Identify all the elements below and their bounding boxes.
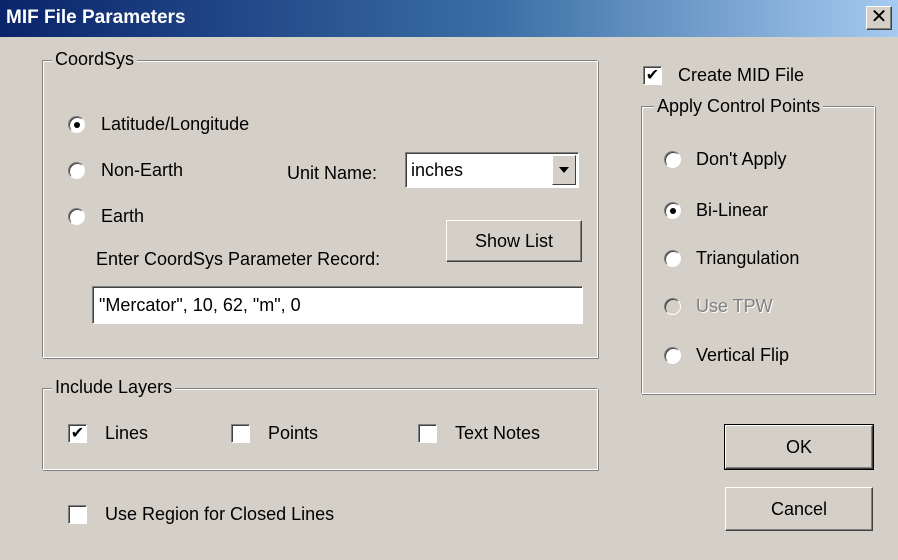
control-points-label: Apply Control Points bbox=[654, 96, 824, 117]
label-earth: Earth bbox=[101, 206, 145, 226]
chevron-down-icon[interactable] bbox=[552, 155, 576, 185]
text-notes-checkbox[interactable] bbox=[418, 424, 437, 443]
title-bar: MIF File Parameters ✕ bbox=[0, 0, 898, 37]
points-checkbox[interactable] bbox=[231, 424, 250, 443]
coordsys-group-label: CoordSys bbox=[52, 49, 138, 70]
text-notes-label: Text Notes bbox=[455, 423, 541, 443]
lines-checkbox[interactable]: ✔ bbox=[68, 424, 87, 443]
radio-earth[interactable] bbox=[68, 208, 85, 225]
label-dont-apply: Don't Apply bbox=[696, 149, 787, 169]
unit-name-value: inches bbox=[411, 160, 464, 180]
show-list-button[interactable]: Show List bbox=[446, 220, 582, 262]
lines-label: Lines bbox=[105, 423, 149, 443]
radio-bi-linear[interactable] bbox=[664, 202, 681, 219]
label-use-tpw: Use TPW bbox=[696, 296, 773, 316]
param-record-input[interactable]: "Mercator", 10, 62, "m", 0 bbox=[92, 286, 583, 324]
radio-use-tpw bbox=[664, 298, 681, 315]
label-vertical-flip: Vertical Flip bbox=[696, 345, 790, 365]
points-label: Points bbox=[268, 423, 319, 443]
radio-latitude-longitude[interactable] bbox=[68, 116, 85, 133]
radio-non-earth[interactable] bbox=[68, 162, 85, 179]
create-mid-checkbox[interactable]: ✔ bbox=[643, 66, 662, 85]
checkmark-icon: ✔ bbox=[70, 425, 85, 442]
cancel-button[interactable]: Cancel bbox=[725, 487, 873, 531]
param-record-value: "Mercator", 10, 62, "m", 0 bbox=[99, 295, 301, 315]
window-title: MIF File Parameters bbox=[6, 7, 186, 28]
label-triangulation: Triangulation bbox=[696, 248, 800, 268]
use-region-label: Use Region for Closed Lines bbox=[105, 504, 335, 524]
label-non-earth: Non-Earth bbox=[101, 160, 184, 180]
unit-name-label: Unit Name: bbox=[287, 163, 378, 183]
label-bi-linear: Bi-Linear bbox=[696, 200, 769, 220]
radio-dont-apply[interactable] bbox=[664, 151, 681, 168]
unit-name-dropdown[interactable]: inches bbox=[405, 152, 579, 188]
radio-vertical-flip[interactable] bbox=[664, 347, 681, 364]
create-mid-label: Create MID File bbox=[678, 65, 805, 85]
checkmark-icon: ✔ bbox=[645, 67, 660, 84]
close-button[interactable]: ✕ bbox=[866, 6, 892, 30]
label-latitude-longitude: Latitude/Longitude bbox=[101, 114, 250, 134]
include-layers-label: Include Layers bbox=[52, 377, 176, 398]
use-region-checkbox[interactable] bbox=[68, 505, 87, 524]
radio-triangulation[interactable] bbox=[664, 250, 681, 267]
param-record-label: Enter CoordSys Parameter Record: bbox=[96, 249, 381, 269]
close-icon: ✕ bbox=[870, 6, 888, 28]
ok-button[interactable]: OK bbox=[724, 424, 874, 470]
